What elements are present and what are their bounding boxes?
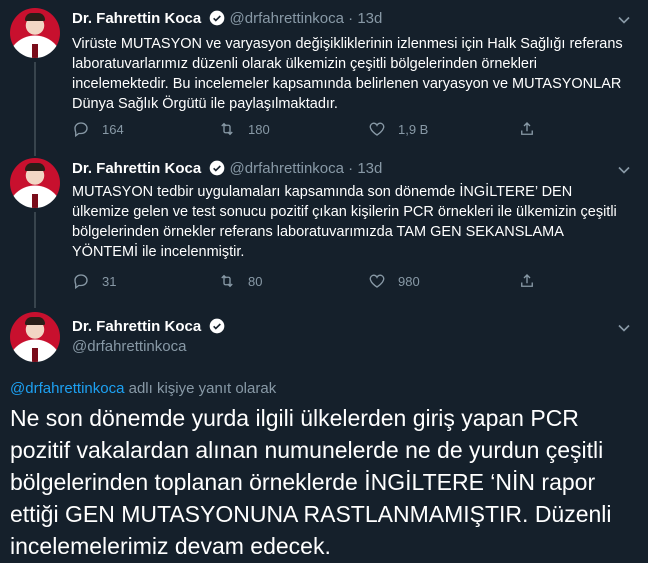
reply-count: 164 — [102, 121, 124, 137]
chevron-down-icon[interactable] — [614, 10, 634, 30]
verified-badge-icon — [209, 10, 225, 30]
separator-dot: · — [348, 160, 354, 177]
chevron-down-icon[interactable] — [614, 160, 634, 180]
like-count: 1,9 B — [398, 121, 429, 137]
author-handle[interactable]: @drfahrettinkoca — [230, 10, 344, 27]
retweet-icon — [221, 274, 233, 288]
share-icon — [521, 274, 533, 287]
like-icon — [369, 122, 385, 136]
tweet-timestamp[interactable]: 13d — [357, 160, 382, 177]
author-handle[interactable]: @drfahrettinkoca — [72, 338, 186, 355]
tweet-text: MUTASYON tedbir uygulamaları kapsamında … — [72, 184, 617, 260]
avatar[interactable] — [10, 8, 60, 58]
tweet-header: Dr. Fahrettin Koca — [72, 318, 225, 338]
like-button[interactable]: 1,9 B — [368, 120, 428, 138]
thread-line — [34, 62, 36, 156]
share-button[interactable] — [518, 272, 536, 290]
verified-badge-icon — [209, 318, 225, 338]
retweet-button[interactable]: 80 — [218, 272, 262, 290]
author-name[interactable]: Dr. Fahrettin Koca — [72, 318, 201, 335]
reply-to-label: adlı kişiye yanıt olarak — [124, 380, 277, 397]
reply-icon — [74, 274, 88, 290]
like-icon — [369, 274, 385, 288]
chevron-down-icon[interactable] — [614, 318, 634, 338]
reply-icon — [74, 122, 88, 138]
author-name[interactable]: Dr. Fahrettin Koca — [72, 10, 201, 27]
retweet-count: 180 — [248, 121, 270, 137]
retweet-button[interactable]: 180 — [218, 120, 270, 138]
tweet-actions: 31 80 980 — [72, 272, 592, 292]
retweet-count: 80 — [248, 273, 263, 289]
like-button[interactable]: 980 — [368, 272, 420, 290]
verified-badge-icon — [209, 160, 225, 180]
reply-mention-link[interactable]: @drfahrettinkoca — [10, 380, 124, 397]
avatar[interactable] — [10, 158, 60, 208]
share-button[interactable] — [518, 120, 536, 138]
tweet-actions: 164 180 1,9 B — [72, 120, 592, 140]
reply-button[interactable]: 31 — [72, 272, 116, 290]
thread-line — [34, 212, 36, 308]
tweet-header: Dr. Fahrettin Koca @drfahrettinkoca · 13… — [72, 160, 382, 180]
author-handle[interactable]: @drfahrettinkoca — [230, 160, 344, 177]
tweet-timestamp[interactable]: 13d — [357, 10, 382, 27]
avatar[interactable] — [10, 312, 60, 362]
main-tweet-text: Ne son dönemde yurda ilgili ülkelerden g… — [10, 405, 612, 559]
replying-to: @drfahrettinkoca adlı kişiye yanıt olara… — [10, 380, 276, 397]
reply-button[interactable]: 164 — [72, 120, 124, 138]
tweet-text: Virüste MUTASYON ve varyasyon değişiklik… — [72, 36, 623, 112]
like-count: 980 — [398, 273, 420, 289]
separator-dot: · — [348, 10, 354, 27]
share-icon — [521, 122, 533, 135]
retweet-icon — [221, 122, 233, 136]
author-handle-row: @drfahrettinkoca — [72, 338, 186, 355]
tweet-header: Dr. Fahrettin Koca @drfahrettinkoca · 13… — [72, 10, 382, 30]
reply-count: 31 — [102, 273, 117, 289]
author-name[interactable]: Dr. Fahrettin Koca — [72, 160, 201, 177]
